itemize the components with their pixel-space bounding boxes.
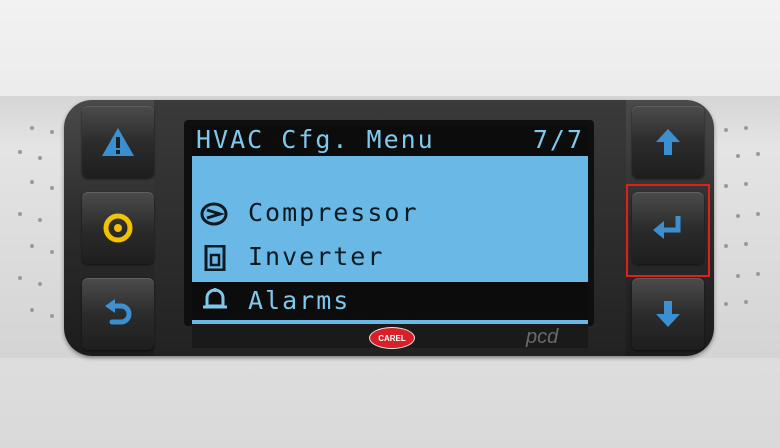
alarm-bell-icon <box>203 288 227 309</box>
back-arrow-icon <box>105 299 132 325</box>
menu-item-label: Compressor <box>248 198 419 227</box>
alarm-button[interactable] <box>82 106 154 178</box>
screen-title-bar: HVAC Cfg. Menu 7/7 <box>192 126 588 156</box>
arrow-down-icon <box>656 301 680 327</box>
pcd-logo: pcd <box>526 326 559 348</box>
menu-item-inverter[interactable]: Inverter <box>192 242 588 274</box>
menu-item-label: Alarms <box>248 286 351 315</box>
program-ring-icon <box>103 213 133 243</box>
down-button[interactable] <box>632 278 704 350</box>
arrow-up-icon <box>656 129 680 155</box>
carel-logo: CAREL <box>369 327 415 349</box>
alarm-warning-icon <box>102 128 134 156</box>
menu-item-label: Inverter <box>248 242 385 271</box>
compressor-icon <box>200 202 228 226</box>
menu-item-alarms[interactable]: Alarms <box>192 282 588 320</box>
menu-item-compressor[interactable]: Compressor <box>192 198 588 230</box>
screen-title: HVAC Cfg. Menu <box>196 126 435 154</box>
up-button[interactable] <box>632 106 704 178</box>
page-indicator: 7/7 <box>532 126 584 154</box>
enter-button-highlight <box>626 184 710 277</box>
lcd-screen: HVAC Cfg. Menu 7/7 Compressor Inverter A… <box>192 126 588 324</box>
program-button[interactable] <box>82 192 154 264</box>
inverter-icon <box>204 245 226 271</box>
escape-button[interactable] <box>82 278 154 350</box>
